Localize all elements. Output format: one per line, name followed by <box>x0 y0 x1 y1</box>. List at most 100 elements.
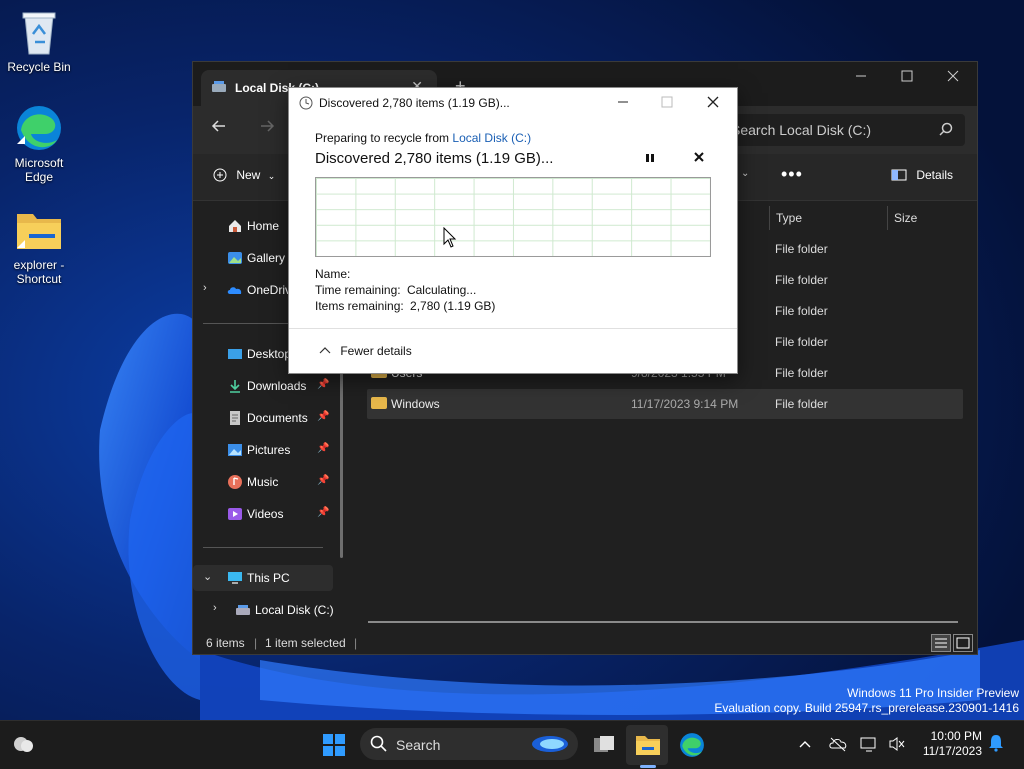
dialog-divider <box>289 328 737 329</box>
recycle-source: Preparing to recycle from Local Disk (C:… <box>315 131 531 145</box>
status-bar: 6 items | 1 item selected | <box>193 630 977 654</box>
sidebar-item-documents[interactable]: Documents 📌 <box>193 405 333 431</box>
more-options-button[interactable]: ••• <box>781 164 803 185</box>
sidebar-item-this-pc[interactable]: ⌄ This PC <box>193 565 333 591</box>
chevron-down-icon[interactable]: ⌄ <box>741 168 749 179</box>
sidebar-item-music[interactable]: Music 📌 <box>193 469 333 495</box>
search-box[interactable]: Search Local Disk (C:) <box>721 114 965 146</box>
recycle-source-prefix: Preparing to recycle from <box>315 131 453 145</box>
fewer-details-button[interactable]: Fewer details <box>319 344 412 358</box>
desktop-icon-label: Microsoft Edge <box>14 156 64 184</box>
edge-taskbar-button[interactable] <box>679 732 705 761</box>
file-explorer-taskbar-button[interactable] <box>635 733 661 760</box>
progress-graph <box>315 177 711 257</box>
pause-button[interactable] <box>645 152 655 167</box>
search-icon <box>939 122 953 139</box>
windows-logo-icon <box>323 734 345 756</box>
sidebar-item-local-disk[interactable]: › Local Disk (C:) <box>193 597 334 623</box>
bell-icon <box>989 735 1003 752</box>
music-icon <box>227 474 243 490</box>
close-button[interactable] <box>930 62 976 94</box>
sidebar-item-videos[interactable]: Videos 📌 <box>193 501 333 527</box>
desktop-icon-recycle-bin[interactable]: Recycle Bin <box>1 8 77 74</box>
speaker-muted-icon <box>889 737 905 751</box>
drive-icon <box>211 80 227 97</box>
start-button[interactable] <box>322 733 346 760</box>
dialog-title: Discovered 2,780 items (1.19 GB)... <box>319 96 510 110</box>
forward-button[interactable] <box>259 118 275 139</box>
system-clock[interactable]: 10:00 PM 11/17/2023 <box>920 729 982 759</box>
display-status-button[interactable] <box>860 736 878 755</box>
minimize-icon <box>618 101 628 103</box>
sidebar-label: Documents <box>247 411 308 425</box>
folder-icon <box>636 736 660 755</box>
sidebar-label: Home <box>247 219 280 233</box>
desktop-icon-label: explorer - Shortcut <box>13 258 65 286</box>
weather-widget[interactable] <box>10 733 36 758</box>
list-view-icon <box>935 638 947 648</box>
network-status-button[interactable] <box>828 736 848 755</box>
desktop-icon-edge[interactable]: Microsoft Edge <box>1 104 77 184</box>
desktop-icon-explorer-shortcut[interactable]: explorer - Shortcut <box>1 206 77 286</box>
monitor-icon <box>860 737 876 752</box>
pin-icon: 📌 <box>317 379 330 390</box>
computer-icon <box>227 570 243 586</box>
evaluation-watermark: Windows 11 Pro Insider Preview Evaluatio… <box>714 686 1019 716</box>
source-folder-link[interactable]: Local Disk (C:) <box>452 131 531 145</box>
pause-icon <box>646 154 654 162</box>
sidebar-label: Gallery <box>247 251 286 265</box>
back-button[interactable] <box>211 118 227 139</box>
task-view-button[interactable] <box>592 733 616 760</box>
dialog-minimize-button[interactable] <box>603 92 643 116</box>
sidebar-label: Videos <box>247 507 284 521</box>
arrow-right-icon <box>261 120 275 132</box>
notifications-button[interactable] <box>988 734 1004 755</box>
plus-circle-icon <box>213 168 227 182</box>
tiles-view-button[interactable] <box>953 634 973 652</box>
taskbar-search-label: Search <box>396 737 441 753</box>
clock-time: 10:00 PM <box>930 729 982 743</box>
sound-status-button[interactable] <box>888 736 906 755</box>
cancel-operation-button[interactable] <box>693 150 705 166</box>
close-icon <box>694 152 704 162</box>
sidebar-label: Local Disk (C:) <box>255 603 334 617</box>
row-name: Windows <box>391 397 440 411</box>
document-icon <box>227 410 243 426</box>
taskbar-search[interactable]: Search <box>360 728 578 760</box>
chevron-right-icon[interactable]: › <box>203 282 207 294</box>
minimize-button[interactable] <box>838 62 884 94</box>
dialog-close-button[interactable] <box>693 92 733 116</box>
watermark-line: Evaluation copy. Build 25947.rs_prerelea… <box>714 701 1019 715</box>
dialog-title-bar: Discovered 2,780 items (1.19 GB)... <box>289 88 737 118</box>
new-button[interactable]: New ⌄ <box>213 168 275 182</box>
column-header-size[interactable]: Size <box>887 206 964 230</box>
show-hidden-icons-button[interactable] <box>798 736 812 752</box>
search-placeholder: Search Local Disk (C:) <box>731 122 872 138</box>
item-count: 6 items <box>206 636 245 650</box>
cloud-offline-icon <box>829 737 847 752</box>
sidebar-divider <box>203 547 323 548</box>
current-file-label: Name: <box>315 267 350 281</box>
pin-icon: 📌 <box>317 411 330 422</box>
items-remaining-value: 2,780 (1.19 GB) <box>410 299 496 313</box>
dialog-maximize-button <box>647 92 687 116</box>
maximize-button[interactable] <box>884 62 930 94</box>
status-separator: | <box>254 636 258 650</box>
horizontal-scrollbar[interactable] <box>368 621 958 623</box>
details-label: Details <box>916 168 954 182</box>
details-view-button[interactable] <box>931 634 951 652</box>
arrow-left-icon <box>211 120 225 132</box>
maximize-icon <box>661 96 673 108</box>
details-pane-button[interactable]: Details <box>891 168 953 182</box>
chevron-right-icon[interactable]: › <box>213 602 217 614</box>
row-type: File folder <box>775 242 828 256</box>
table-row[interactable]: Windows 11/17/2023 9:14 PM File folder <box>367 389 963 419</box>
pin-icon: 📌 <box>317 443 330 454</box>
clock-date: 11/17/2023 <box>922 744 982 758</box>
items-remaining-label: Items remaining: <box>315 299 404 313</box>
column-header-type[interactable]: Type <box>769 206 888 230</box>
chevron-down-icon[interactable]: ⌄ <box>203 570 212 583</box>
sidebar-item-downloads[interactable]: Downloads 📌 <box>193 373 333 399</box>
recycle-bin-icon <box>15 8 63 56</box>
sidebar-item-pictures[interactable]: Pictures 📌 <box>193 437 333 463</box>
